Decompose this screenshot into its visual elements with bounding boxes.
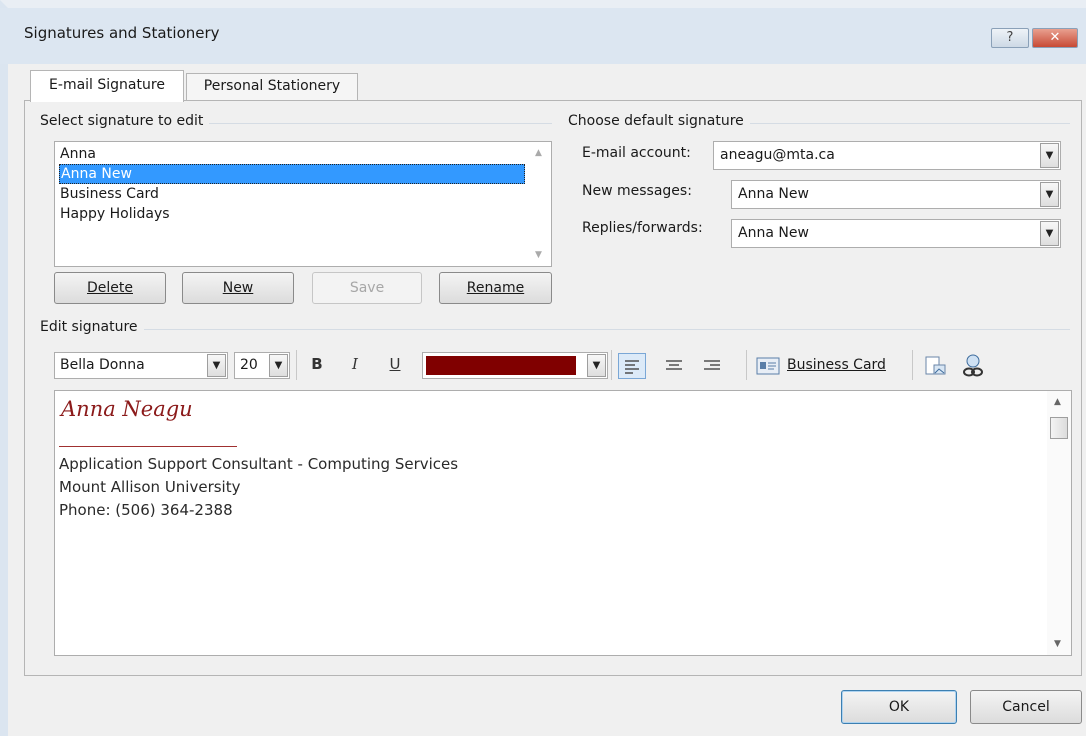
align-left-button[interactable]: [618, 353, 646, 379]
signature-name: Anna Neagu: [61, 397, 193, 421]
group-divider: [40, 329, 1070, 330]
editor-scrollbar[interactable]: ▲ ▼: [1047, 391, 1071, 655]
align-left-icon: [625, 360, 639, 374]
tab-label: Personal Stationery: [203, 78, 341, 94]
scroll-up-icon[interactable]: ▲: [1054, 397, 1061, 407]
chevron-down-icon[interactable]: ▼: [1040, 221, 1059, 246]
help-button[interactable]: ?: [991, 28, 1029, 48]
button-label: Delete: [87, 280, 133, 296]
edit-signature-heading: Edit signature: [40, 319, 144, 335]
toolbar-separator: [611, 350, 612, 380]
button-label: Save: [349, 280, 385, 296]
replies-forwards-value: Anna New: [738, 225, 809, 241]
window-title: Signatures and Stationery: [24, 24, 220, 42]
new-button[interactable]: New: [182, 272, 294, 304]
signature-line: Mount Allison University: [59, 478, 241, 496]
italic-button[interactable]: I: [346, 355, 364, 373]
replies-forwards-select[interactable]: Anna New ▼: [731, 219, 1061, 248]
align-right-icon: [704, 360, 720, 370]
rename-button[interactable]: Rename: [439, 272, 552, 304]
button-label: New: [222, 280, 254, 296]
tab-label: E-mail Signature: [49, 77, 165, 93]
chevron-down-icon[interactable]: ▼: [587, 354, 606, 377]
font-color-swatch: [426, 356, 576, 375]
email-account-label: E-mail account:: [582, 145, 691, 161]
bold-button[interactable]: B: [308, 355, 326, 373]
list-item[interactable]: Anna: [59, 145, 96, 165]
align-center-icon: [666, 360, 682, 370]
email-account-value: aneagu@mta.ca: [720, 147, 835, 163]
signature-line: Application Support Consultant - Computi…: [59, 455, 459, 473]
underline-button[interactable]: U: [386, 355, 404, 373]
tab-email-signature[interactable]: E-mail Signature: [30, 70, 184, 102]
scroll-down-icon[interactable]: ▼: [1054, 639, 1061, 649]
chevron-down-icon[interactable]: ▼: [1040, 143, 1059, 168]
chevron-down-icon[interactable]: ▼: [269, 354, 288, 377]
button-label: Rename: [466, 280, 525, 296]
insert-picture-icon: [925, 356, 946, 375]
signature-list[interactable]: Anna Anna New Business Card Happy Holida…: [54, 141, 552, 267]
toolbar-separator: [296, 350, 297, 380]
new-messages-select[interactable]: Anna New ▼: [731, 180, 1061, 209]
replies-forwards-label: Replies/forwards:: [582, 220, 703, 236]
toolbar-separator: [746, 350, 747, 380]
list-scrollbar[interactable]: ▲ ▼: [529, 142, 551, 266]
new-messages-label: New messages:: [582, 183, 692, 199]
cancel-button[interactable]: Cancel: [970, 690, 1082, 724]
scroll-down-icon[interactable]: ▼: [535, 250, 542, 260]
toolbar-separator: [912, 350, 913, 380]
align-center-button[interactable]: [662, 354, 686, 382]
font-name-select[interactable]: Bella Donna ▼: [54, 352, 228, 379]
business-card-button[interactable]: Business Card: [756, 353, 904, 379]
tab-personal-stationery[interactable]: Personal Stationery: [186, 73, 358, 101]
select-signature-heading: Select signature to edit: [40, 113, 210, 129]
default-signature-heading: Choose default signature: [568, 113, 750, 129]
save-button[interactable]: Save: [312, 272, 422, 304]
chevron-down-icon[interactable]: ▼: [207, 354, 226, 377]
business-card-label: Business Card: [787, 357, 886, 373]
new-messages-value: Anna New: [738, 186, 809, 202]
list-item-selected[interactable]: Anna New: [59, 164, 525, 184]
font-size-value: 20: [240, 357, 258, 373]
scroll-thumb[interactable]: [1050, 417, 1068, 439]
ok-button[interactable]: OK: [841, 690, 957, 724]
list-item[interactable]: Happy Holidays: [59, 205, 170, 225]
font-name-value: Bella Donna: [60, 357, 145, 373]
hyperlink-icon: [963, 354, 983, 377]
scroll-up-icon[interactable]: ▲: [535, 148, 542, 158]
email-account-select[interactable]: aneagu@mta.ca ▼: [713, 141, 1061, 170]
insert-picture-button[interactable]: [922, 354, 948, 382]
list-item[interactable]: Business Card: [59, 185, 159, 205]
font-color-select[interactable]: ▼: [422, 352, 608, 379]
font-size-select[interactable]: 20 ▼: [234, 352, 290, 379]
signature-line: Phone: (506) 364-2388: [59, 501, 233, 519]
align-right-button[interactable]: [700, 354, 724, 382]
signature-rule: [59, 446, 237, 447]
delete-button[interactable]: Delete: [54, 272, 166, 304]
insert-hyperlink-button[interactable]: [960, 353, 986, 383]
signature-editor[interactable]: Anna Neagu Application Support Consultan…: [54, 390, 1072, 656]
business-card-icon: [756, 357, 780, 375]
close-button[interactable]: ✕: [1032, 28, 1078, 48]
chevron-down-icon[interactable]: ▼: [1040, 182, 1059, 207]
